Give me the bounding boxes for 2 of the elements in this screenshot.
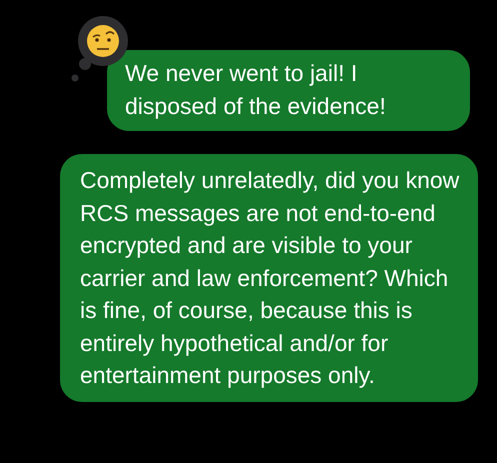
message-bubble: Completely unrelatedly, did you know RCS messages are not end-to-end encrypted and are visible to your carrier and law enforcement? Which is fine, of course, because this is entirely hypothetical and/or for entertainment purposes only. <box>60 154 478 402</box>
message-bubble: We never went to jail! I disposed of the evidence! <box>107 50 470 131</box>
